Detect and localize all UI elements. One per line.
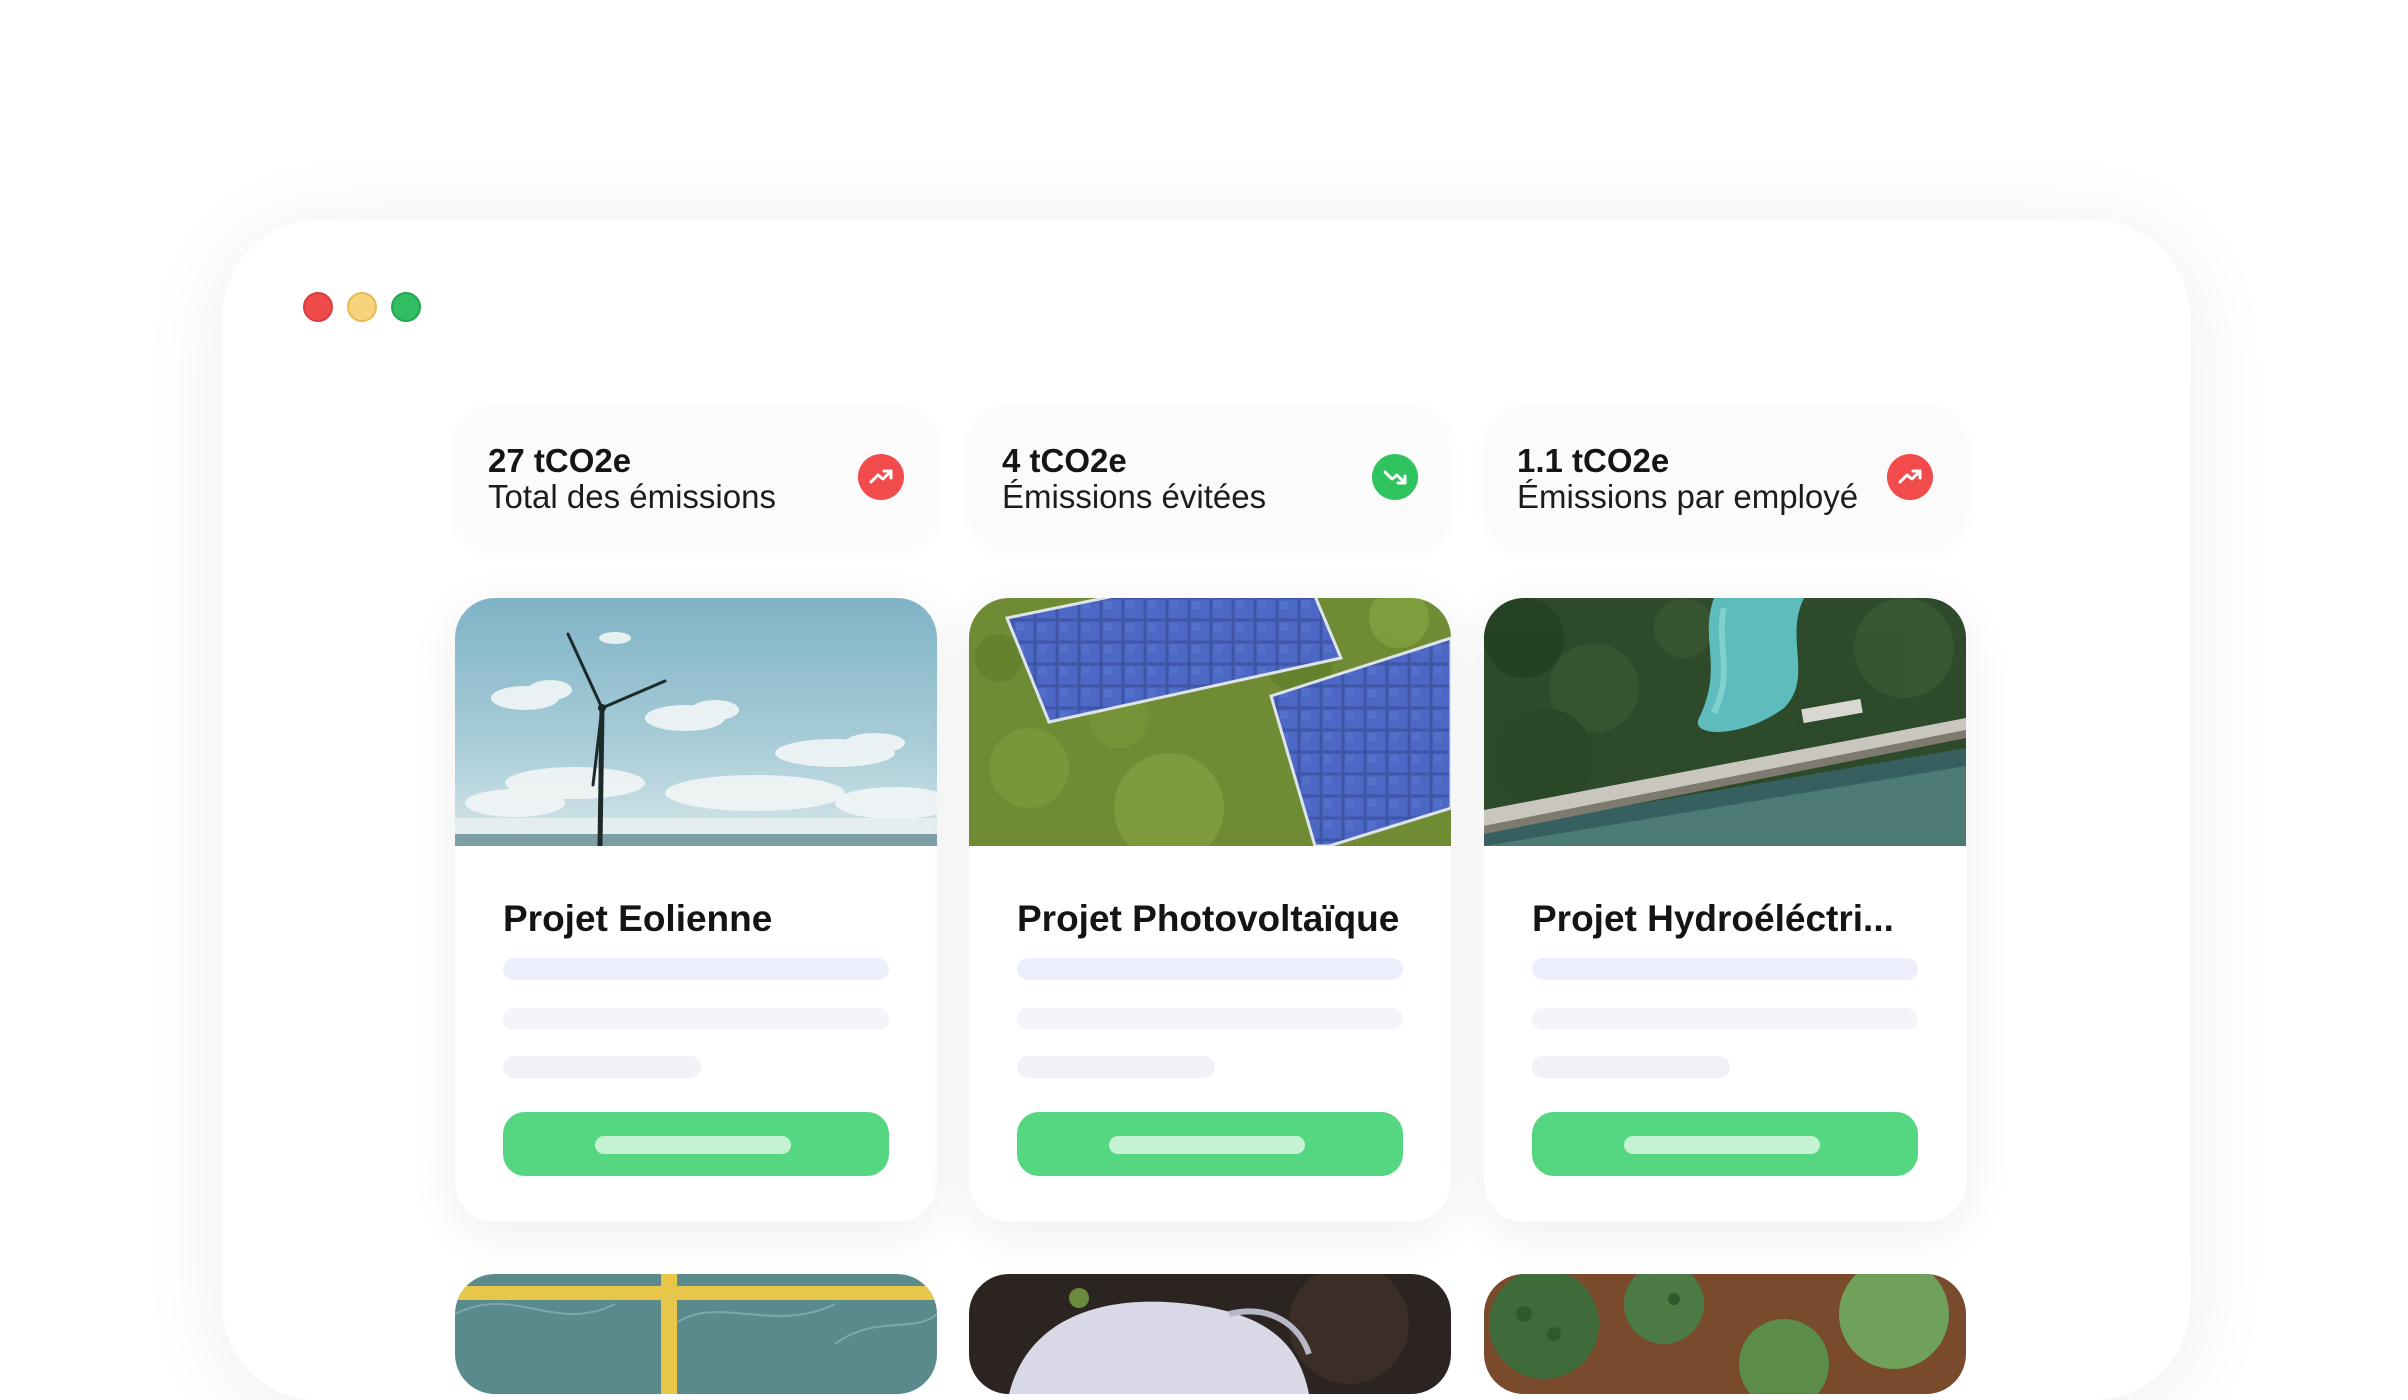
project-card-eolienne[interactable]: Projet Eolienne bbox=[455, 598, 937, 1222]
project-action-button[interactable] bbox=[1532, 1112, 1918, 1176]
trend-up-icon bbox=[858, 454, 904, 500]
maximize-window-button[interactable] bbox=[391, 292, 421, 322]
minimize-window-button[interactable] bbox=[347, 292, 377, 322]
vegetables-image bbox=[1484, 1274, 1966, 1394]
gloved-hand-image bbox=[969, 1274, 1451, 1394]
project-card-photovoltaique[interactable]: Projet Photovoltaïque bbox=[969, 598, 1451, 1222]
stat-label: Émissions par employé bbox=[1517, 478, 1859, 515]
stat-card-avoided-emissions: 4 tCO2e Émissions évitées bbox=[970, 406, 1450, 548]
project-card-vegetables[interactable] bbox=[1484, 1274, 1966, 1394]
project-title: Projet Eolienne bbox=[503, 898, 773, 939]
trend-up-icon bbox=[1887, 454, 1933, 500]
project-card-hydroelectrique[interactable]: Projet Hydroéléctri... bbox=[1484, 598, 1966, 1222]
button-label-placeholder bbox=[1109, 1136, 1305, 1154]
placeholder-line bbox=[1017, 958, 1403, 980]
stat-label: Émissions évitées bbox=[1002, 478, 1267, 515]
placeholder-line bbox=[1532, 1008, 1918, 1030]
stat-value: 4 tCO2e bbox=[1002, 442, 1127, 479]
project-title: Projet Hydroéléctri... bbox=[1532, 898, 1894, 939]
placeholder-line bbox=[1017, 1056, 1215, 1078]
stat-label: Total des émissions bbox=[488, 478, 776, 515]
solar-panels-image bbox=[969, 598, 1451, 846]
stat-card-total-emissions: 27 tCO2e Total des émissions bbox=[456, 406, 936, 548]
project-title: Projet Photovoltaïque bbox=[1017, 898, 1400, 939]
trend-down-icon bbox=[1372, 454, 1418, 500]
placeholder-line bbox=[503, 1056, 701, 1078]
wind-turbine-image bbox=[455, 598, 937, 846]
window-controls bbox=[303, 292, 421, 322]
project-action-button[interactable] bbox=[503, 1112, 889, 1176]
project-card-hands[interactable] bbox=[969, 1274, 1451, 1394]
close-window-button[interactable] bbox=[303, 292, 333, 322]
button-label-placeholder bbox=[1624, 1136, 1820, 1154]
button-label-placeholder bbox=[595, 1136, 791, 1154]
placeholder-line bbox=[1017, 1008, 1403, 1030]
placeholder-line bbox=[503, 1008, 889, 1030]
placeholder-line bbox=[1532, 958, 1918, 980]
placeholder-line bbox=[503, 958, 889, 980]
stat-value: 1.1 tCO2e bbox=[1517, 442, 1670, 479]
hydroelectric-dam-image bbox=[1484, 598, 1966, 846]
stat-card-emissions-per-employee: 1.1 tCO2e Émissions par employé bbox=[1485, 406, 1965, 548]
project-action-button[interactable] bbox=[1017, 1112, 1403, 1176]
stat-value: 27 tCO2e bbox=[488, 442, 632, 479]
greenhouse-image bbox=[455, 1274, 937, 1394]
placeholder-line bbox=[1532, 1056, 1730, 1078]
project-card-greenhouse[interactable] bbox=[455, 1274, 937, 1394]
